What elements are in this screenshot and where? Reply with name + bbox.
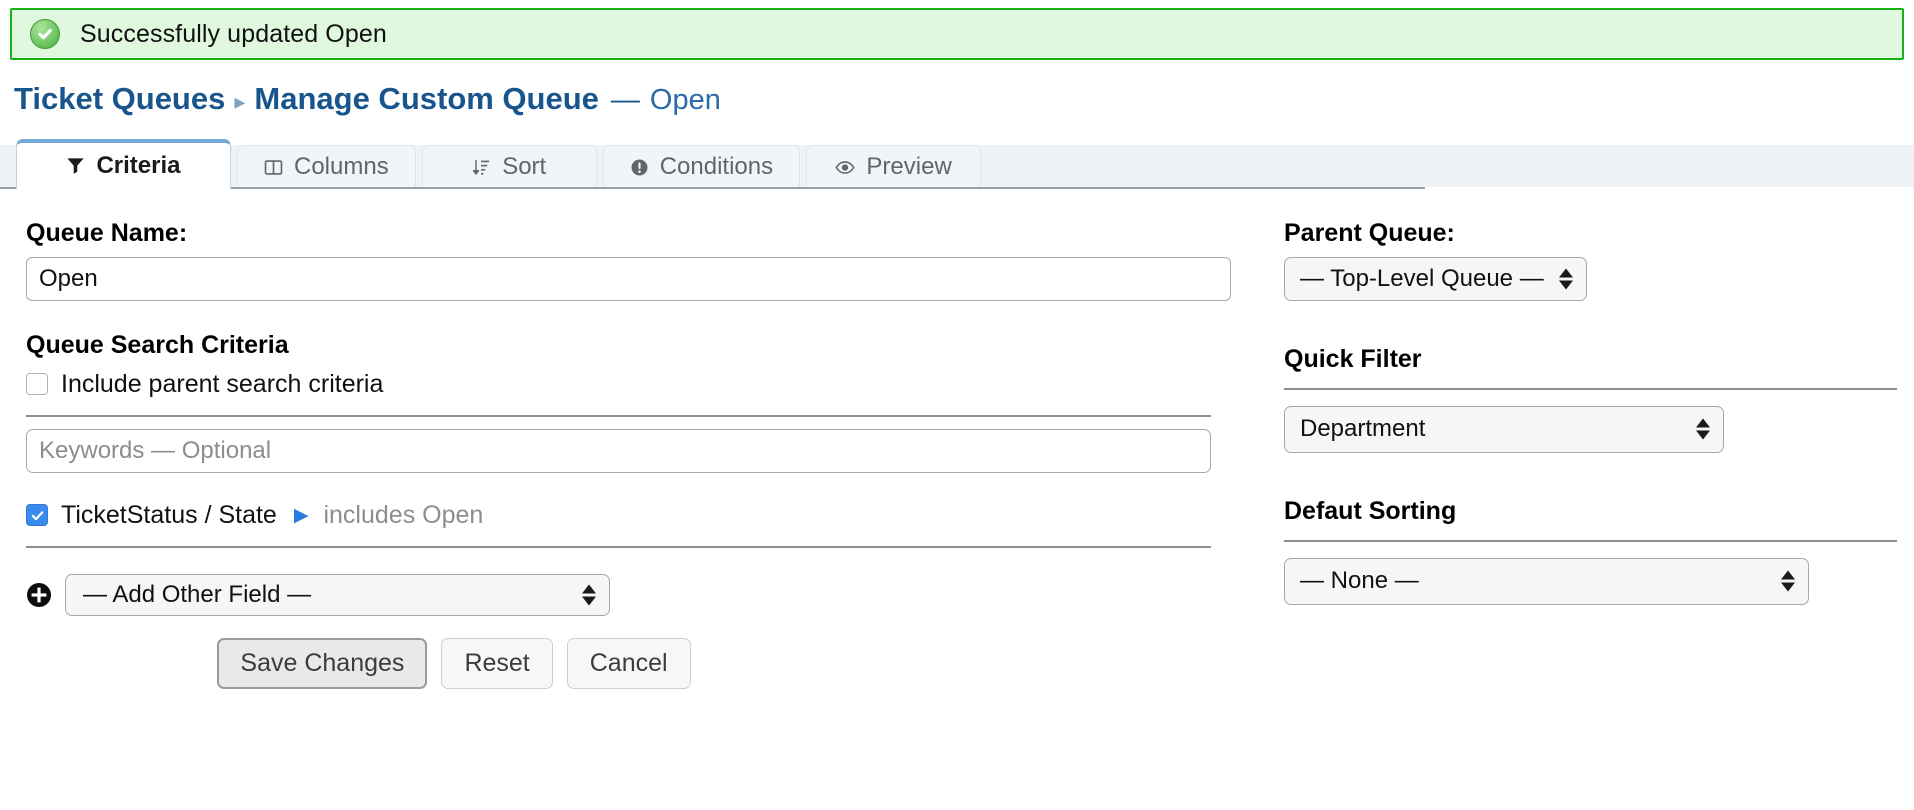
quick-filter-select[interactable]: Department [1284,406,1724,453]
breadcrumb-dash: — [611,85,640,117]
success-alert: Successfully updated Open [10,8,1904,60]
select-stepper-icon [1696,419,1710,440]
default-sorting-heading: Defaut Sorting [1284,497,1914,526]
alert-message: Successfully updated Open [80,20,387,49]
eye-icon [835,158,855,177]
parent-queue-value: — Top-Level Queue — [1300,265,1544,293]
plus-circle-icon[interactable] [26,582,52,608]
sort-amount-down-icon [472,158,491,177]
divider [1284,540,1897,542]
left-column: Queue Name: Queue Search Criteria Includ… [0,189,1232,689]
form-actions: Save Changes Reset Cancel [26,638,1232,689]
right-column: Parent Queue: — Top-Level Queue — Quick … [1232,189,1914,689]
criteria-row-ticketstatus[interactable]: TicketStatus / State ▶ includes Open [26,501,1232,530]
tab-preview[interactable]: Preview [806,145,981,189]
tab-criteria[interactable]: Criteria [16,139,231,189]
tab-sort[interactable]: Sort [422,145,597,189]
criteria-enabled-checkbox[interactable] [26,504,48,526]
queue-search-criteria-heading: Queue Search Criteria [26,331,1232,360]
divider [26,546,1211,548]
divider [1284,388,1897,390]
tab-columns[interactable]: Columns [237,145,416,189]
breadcrumb-separator-icon: ▸ [234,90,245,114]
quick-filter-value: Department [1300,415,1425,443]
quick-filter-heading: Quick Filter [1284,345,1914,374]
tab-conditions-label: Conditions [660,153,773,181]
tab-bar: Criteria Columns Sort [0,139,1914,189]
save-changes-button[interactable]: Save Changes [217,638,427,689]
breadcrumb-subject: Open [650,85,721,117]
caret-right-icon[interactable]: ▶ [294,504,309,527]
tab-preview-label: Preview [866,153,951,181]
filter-icon [66,156,85,175]
breadcrumb-current-page: Manage Custom Queue [254,82,599,116]
queue-name-input[interactable] [26,257,1231,301]
breadcrumb: Ticket Queues ▸ Manage Custom Queue — Op… [14,82,1914,117]
reset-button[interactable]: Reset [441,638,552,689]
add-field-row: — Add Other Field — [26,574,1232,616]
tab-columns-label: Columns [294,153,389,181]
tab-criteria-label: Criteria [96,152,180,180]
include-parent-criteria-label: Include parent search criteria [61,370,383,399]
select-stepper-icon [1559,268,1573,289]
keywords-input[interactable] [26,429,1211,473]
divider [26,415,1211,417]
parent-queue-select[interactable]: — Top-Level Queue — [1284,257,1587,301]
criteria-field-value: includes Open [323,501,483,530]
cancel-button[interactable]: Cancel [567,638,691,689]
default-sorting-select[interactable]: — None — [1284,558,1809,605]
add-other-field-select[interactable]: — Add Other Field — [65,574,610,616]
select-stepper-icon [1781,571,1795,592]
criteria-panel: Queue Name: Queue Search Criteria Includ… [0,189,1914,689]
tab-conditions[interactable]: Conditions [603,145,800,189]
queue-name-label: Queue Name: [26,219,1232,248]
breadcrumb-link-ticket-queues[interactable]: Ticket Queues [14,82,225,116]
parent-queue-label: Parent Queue: [1284,219,1914,248]
default-sorting-value: — None — [1300,567,1419,595]
columns-icon [264,158,283,177]
include-parent-criteria-checkbox[interactable] [26,373,48,395]
tab-sort-label: Sort [502,153,546,181]
select-stepper-icon [582,584,596,605]
exclamation-circle-icon [630,158,649,177]
include-parent-criteria-row[interactable]: Include parent search criteria [26,370,1232,399]
criteria-field-name: TicketStatus / State [61,501,277,530]
add-other-field-value: — Add Other Field — [83,581,311,609]
check-circle-icon [30,19,60,49]
